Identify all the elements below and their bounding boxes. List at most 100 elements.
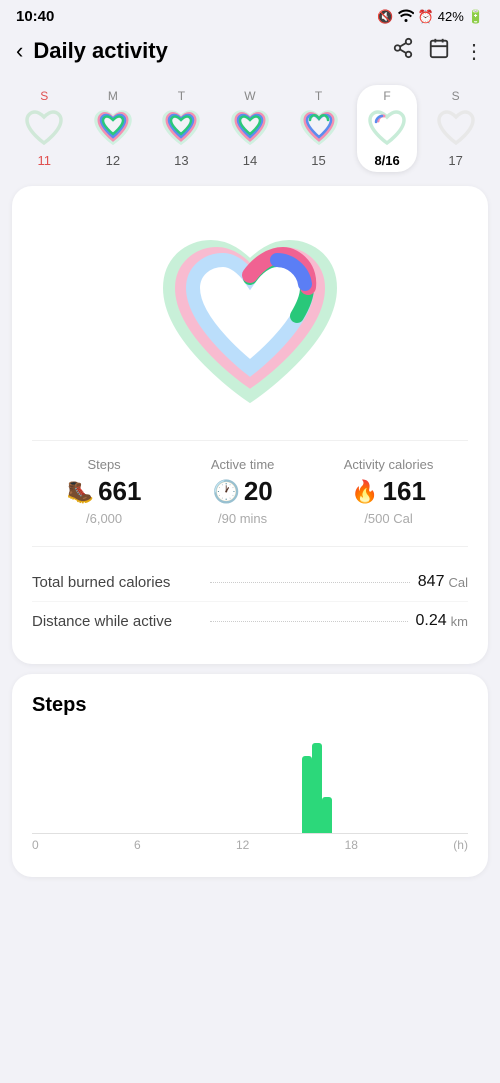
cal-heart-sun <box>21 105 67 151</box>
page-title: Daily activity <box>33 38 392 64</box>
cal-day-name-tue: T <box>178 89 185 103</box>
wifi-icon <box>398 8 414 25</box>
info-rows: Total burned calories 847 Cal Distance w… <box>32 546 468 640</box>
x-label-0: 0 <box>32 838 39 852</box>
chart-x-axis: 0 6 12 18 (h) <box>32 834 468 852</box>
cal-day-mon[interactable]: M 12 <box>83 89 143 168</box>
cal-day-wed[interactable]: W 14 <box>220 89 280 168</box>
chart-bar-slot-24 <box>248 733 257 833</box>
cal-date-sun: 11 <box>38 153 52 168</box>
x-label-12: 12 <box>236 838 249 852</box>
chart-bar-slot-32 <box>322 733 332 833</box>
heart-ring-svg <box>145 216 355 416</box>
calendar-button[interactable] <box>428 37 450 65</box>
chart-bar-slot-46 <box>450 733 459 833</box>
chart-bar-slot-0 <box>32 733 41 833</box>
steps-chart-card: Steps 0 6 12 18 (h) <box>12 674 488 877</box>
status-icons: 🔇 ⏰ 42% 🔋 <box>377 8 484 25</box>
chart-bar-32 <box>322 797 332 833</box>
header-actions: ⋮ <box>392 37 484 65</box>
cal-day-fri[interactable]: F 8/16 <box>357 85 417 172</box>
chart-bar-slot-41 <box>405 733 414 833</box>
chart-bar-slot-5 <box>77 733 86 833</box>
x-label-18: 18 <box>345 838 358 852</box>
cal-day-sun[interactable]: S 11 <box>14 89 74 168</box>
stat-label-steps: Steps <box>87 457 120 472</box>
chart-bar-slot-27 <box>275 733 284 833</box>
chart-bar-slot-15 <box>167 733 176 833</box>
app-header: ‹ Daily activity ⋮ <box>0 29 500 77</box>
stat-goal-steps: /6,000 <box>86 511 122 526</box>
cal-date-tue: 13 <box>174 153 188 168</box>
cal-heart-sat <box>433 105 479 151</box>
steps-bar-chart: 0 6 12 18 (h) <box>32 733 468 853</box>
chart-bar-slot-38 <box>378 733 387 833</box>
stat-label-cal: Activity calories <box>344 457 434 472</box>
chart-bar-slot-39 <box>387 733 396 833</box>
status-time: 10:40 <box>16 8 54 25</box>
chart-bars-container <box>32 733 468 833</box>
cal-number: 161 <box>383 476 426 507</box>
chart-bar-31 <box>312 743 322 833</box>
info-unit-calories: Cal <box>448 575 468 590</box>
chart-bar-slot-2 <box>50 733 59 833</box>
cal-day-name-thu: T <box>315 89 322 103</box>
x-label-h: (h) <box>453 838 468 852</box>
cal-day-name-wed: W <box>244 89 255 103</box>
chart-bar-slot-29 <box>293 733 302 833</box>
chart-bar-slot-31 <box>312 733 322 833</box>
chart-bar-slot-45 <box>441 733 450 833</box>
info-label-calories: Total burned calories <box>32 574 202 591</box>
chart-bar-slot-34 <box>341 733 350 833</box>
cal-day-thu[interactable]: T 15 <box>289 89 349 168</box>
chart-bar-slot-20 <box>212 733 221 833</box>
cal-day-tue[interactable]: T 13 <box>151 89 211 168</box>
cal-heart-wed <box>227 105 273 151</box>
stat-active-time: Active time 🕐 20 /90 mins <box>211 457 275 526</box>
stats-row: Steps 🥾 661 /6,000 Active time 🕐 20 /90 … <box>32 440 468 526</box>
more-button[interactable]: ⋮ <box>464 39 484 64</box>
chart-bar-slot-17 <box>185 733 194 833</box>
chart-bar-slot-9 <box>113 733 122 833</box>
cal-heart-fri <box>364 105 410 151</box>
steps-number: 661 <box>98 476 141 507</box>
share-button[interactable] <box>392 37 414 65</box>
chart-bar-slot-37 <box>369 733 378 833</box>
info-dots-distance <box>210 621 408 622</box>
chart-bar-slot-13 <box>149 733 158 833</box>
active-number: 20 <box>244 476 273 507</box>
chart-bar-slot-19 <box>203 733 212 833</box>
chart-bar-slot-3 <box>59 733 68 833</box>
cal-day-name-mon: M <box>108 89 118 103</box>
info-row-calories: Total burned calories 847 Cal <box>32 563 468 601</box>
info-unit-distance: km <box>451 614 468 629</box>
cal-date-sat: 17 <box>448 153 462 168</box>
chart-bar-slot-18 <box>194 733 203 833</box>
stat-goal-cal: /500 Cal <box>364 511 412 526</box>
cal-date-thu: 15 <box>311 153 325 168</box>
chart-bar-slot-36 <box>360 733 369 833</box>
steps-icon: 🥾 <box>67 479 94 505</box>
chart-bar-slot-30 <box>302 733 312 833</box>
steps-chart-title: Steps <box>32 694 468 717</box>
chart-bar-slot-7 <box>95 733 104 833</box>
info-dots-calories <box>210 582 410 583</box>
cal-date-fri: 8/16 <box>374 153 399 168</box>
stat-value-steps: 🥾 661 <box>67 476 142 507</box>
chart-bar-slot-6 <box>86 733 95 833</box>
chart-bar-30 <box>302 756 312 833</box>
chart-bar-slot-43 <box>423 733 432 833</box>
battery-text: 42% <box>438 9 464 24</box>
x-label-6: 6 <box>134 838 141 852</box>
chart-bar-slot-26 <box>266 733 275 833</box>
cal-day-name-sun: S <box>40 89 48 103</box>
stat-goal-active: /90 mins <box>218 511 267 526</box>
back-button[interactable]: ‹ <box>16 38 23 64</box>
stat-calories: Activity calories 🔥 161 /500 Cal <box>344 457 434 526</box>
cal-day-name-fri: F <box>383 89 390 103</box>
cal-heart-thu <box>296 105 342 151</box>
chart-bar-slot-4 <box>68 733 77 833</box>
cal-day-sat[interactable]: S 17 <box>426 89 486 168</box>
chart-bar-slot-10 <box>122 733 131 833</box>
chart-bar-slot-8 <box>104 733 113 833</box>
